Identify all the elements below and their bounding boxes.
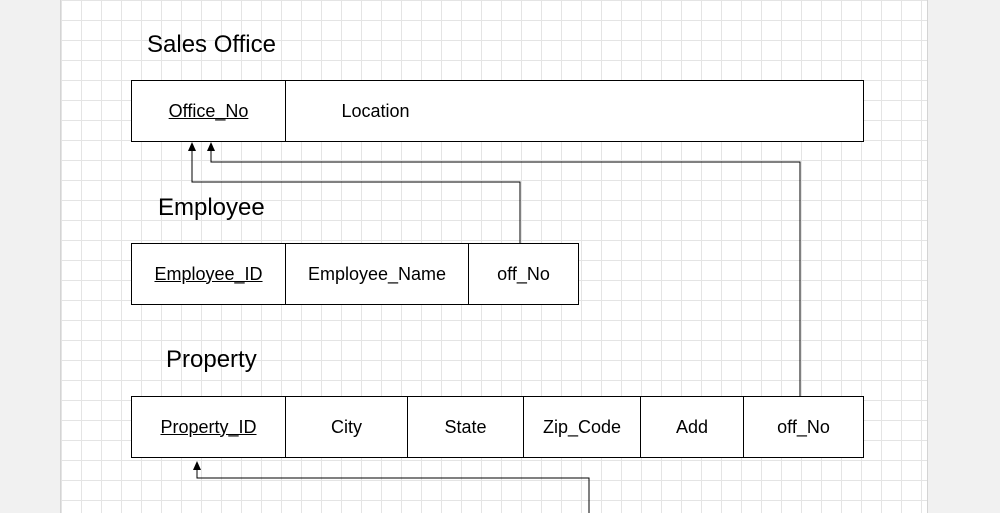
column-label: Add xyxy=(675,416,709,437)
office-no-column[interactable]: Office_No xyxy=(132,81,285,141)
column-label: City xyxy=(331,416,362,437)
column-label: off_No xyxy=(497,263,550,284)
employee-id-column[interactable]: Employee_ID xyxy=(132,244,285,304)
property-table[interactable]: Property_ID City State Zip_Code Add off_… xyxy=(131,396,864,458)
add-column[interactable]: Add xyxy=(640,397,743,457)
employee-title: Employee xyxy=(158,194,265,221)
employee-table[interactable]: Employee_ID Employee_Name off_No xyxy=(131,243,579,305)
property-id-column[interactable]: Property_ID xyxy=(132,397,285,457)
column-label: Office_No xyxy=(168,100,249,121)
sales-office-table[interactable]: Office_No Location xyxy=(131,80,864,142)
sales-office-title: Sales Office xyxy=(147,31,276,58)
location-column[interactable]: Location xyxy=(285,81,465,141)
property-title: Property xyxy=(166,346,257,373)
column-label: Employee_ID xyxy=(154,263,263,284)
state-column[interactable]: State xyxy=(407,397,523,457)
column-label: State xyxy=(444,416,487,437)
column-label: Zip_Code xyxy=(542,416,622,437)
property-off-no-column[interactable]: off_No xyxy=(743,397,863,457)
zip-code-column[interactable]: Zip_Code xyxy=(523,397,640,457)
city-column[interactable]: City xyxy=(285,397,407,457)
empty-area xyxy=(465,81,863,141)
column-label: Location xyxy=(341,100,410,121)
employee-off-no-column[interactable]: off_No xyxy=(468,244,578,304)
employee-name-column[interactable]: Employee_Name xyxy=(285,244,468,304)
column-label: Employee_Name xyxy=(307,263,447,284)
column-label: Property_ID xyxy=(160,416,257,437)
column-label: off_No xyxy=(777,416,830,437)
